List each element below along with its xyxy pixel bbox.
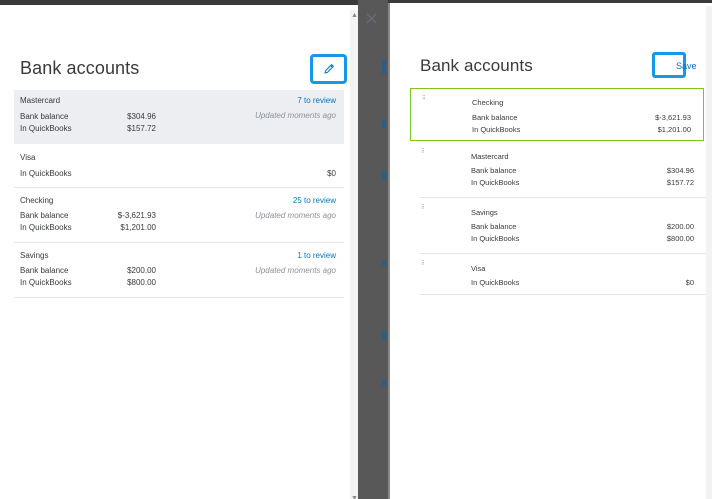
review-link[interactable]: 7 to review [297,96,336,105]
quickbooks-label: In QuickBooks [20,169,72,178]
account-card-mastercard[interactable]: Mastercard Bank balance $304.96 In Quick… [14,90,344,144]
bank-balance-value: $-3,621.93 [117,211,156,220]
account-name: Mastercard [471,152,509,161]
quickbooks-label: In QuickBooks [20,278,72,287]
drag-handle-icon[interactable]: ⁝⁝ [421,204,425,211]
bank-balance-value: $200.00 [127,266,156,275]
quickbooks-label: In QuickBooks [20,223,72,232]
close-icon[interactable]: × [364,10,379,28]
account-name: Checking [20,196,54,205]
quickbooks-value: $1,201.00 [657,125,691,134]
quickbooks-value: $800.00 [666,234,694,243]
account-name: Savings [20,251,49,260]
scroll-up-icon[interactable]: ▲ [351,12,358,19]
bank-balance-label: Bank balance [471,222,517,231]
quickbooks-label: In QuickBooks [471,178,520,187]
account-name: Visa [20,153,36,162]
bank-accounts-panel: Bank accounts Mastercard Bank balance $3… [0,5,358,499]
quickbooks-label: In QuickBooks [471,278,520,287]
account-row-savings[interactable]: ⁝⁝ Savings Bank balance $200.00 In Quick… [420,198,706,254]
account-name: Mastercard [20,96,61,105]
account-row-checking[interactable]: ⁝⁝ Checking Bank balance $-3,621.93 In Q… [410,88,704,141]
background-page-strip [358,0,388,499]
updated-status: Updated moments ago [255,266,336,275]
account-name: Savings [471,208,498,217]
quickbooks-value: $0 [685,278,694,287]
bank-balance-label: Bank balance [472,113,518,122]
bank-balance-label: Bank balance [471,166,517,175]
drag-handle-icon[interactable]: ⁝⁝ [421,260,425,267]
account-card-savings[interactable]: Savings Bank balance $200.00 In QuickBoo… [14,243,344,298]
account-name: Checking [472,98,504,107]
bank-balance-label: Bank balance [20,211,69,220]
account-row-mastercard[interactable]: ⁝⁝ Mastercard Bank balance $304.96 In Qu… [420,142,706,198]
save-label[interactable]: Save [676,61,697,71]
quickbooks-label: In QuickBooks [20,124,72,133]
drag-handle-icon[interactable]: ⁝⁝ [421,148,425,155]
scroll-down-icon[interactable]: ▼ [351,495,358,499]
scrollbar[interactable]: ▲ ▼ [350,10,358,499]
bank-balance-value: $-3,621.93 [655,113,691,122]
quickbooks-value: $1,201.00 [120,223,156,232]
quickbooks-value: $800.00 [127,278,156,287]
drag-handle-icon[interactable]: ⁝⁝ [422,95,426,102]
account-name: Visa [471,264,486,273]
quickbooks-value: $0 [327,169,336,178]
updated-status: Updated moments ago [255,211,336,220]
edit-button[interactable] [310,54,347,84]
updated-status: Updated moments ago [255,111,336,120]
bank-balance-label: Bank balance [20,112,69,121]
quickbooks-value: $157.72 [127,124,156,133]
quickbooks-value: $157.72 [666,178,694,187]
account-row-visa[interactable]: ⁝⁝ Visa In QuickBooks $0 [420,254,706,295]
review-link[interactable]: 25 to review [293,196,336,205]
quickbooks-label: In QuickBooks [471,234,520,243]
quickbooks-label: In QuickBooks [472,125,521,134]
bank-balance-value: $304.96 [666,166,694,175]
scrollbar[interactable] [706,6,712,499]
account-card-checking[interactable]: Checking Bank balance $-3,621.93 In Quic… [14,188,344,243]
bank-balance-value: $304.96 [127,112,156,121]
account-card-visa[interactable]: Visa In QuickBooks $0 [14,145,344,188]
bank-balance-value: $200.00 [666,222,694,231]
bank-accounts-edit-panel: Bank accounts Save ⁝⁝ Checking Bank bala… [388,3,712,499]
panel-title: Bank accounts [420,56,533,75]
pencil-icon [324,63,335,74]
bank-balance-label: Bank balance [20,266,69,275]
review-link[interactable]: 1 to review [297,251,336,260]
panel-title: Bank accounts [20,58,140,78]
